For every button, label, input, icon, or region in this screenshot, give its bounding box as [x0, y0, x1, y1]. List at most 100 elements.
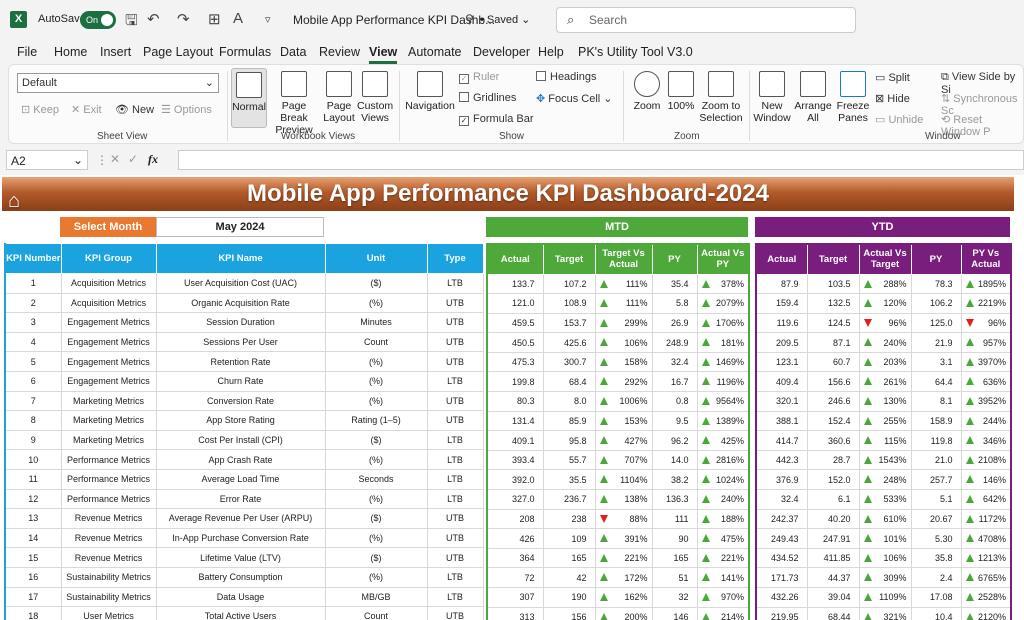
ytd-actual-cell[interactable]: 388.1 — [755, 410, 808, 432]
kpi-group-cell[interactable]: Performance Metrics — [60, 488, 157, 510]
ytd-py-cell[interactable]: 20.67 — [910, 508, 962, 530]
kpi-name-cell[interactable]: Data Usage — [155, 586, 326, 608]
name-box[interactable]: A2 ⌄ — [6, 150, 88, 170]
mtd-py-cell[interactable]: 165 — [651, 547, 698, 569]
ytd-actual-vs-target-cell[interactable]: 240% — [858, 332, 912, 353]
page-break-preview-button[interactable]: Page Break Preview — [267, 71, 321, 136]
type-cell[interactable]: LTB — [426, 449, 484, 470]
ytd-target-cell[interactable]: 152.0 — [806, 469, 860, 491]
insert-function-button[interactable]: fx — [148, 152, 158, 167]
kpi-group-cell[interactable]: Marketing Metrics — [60, 390, 157, 412]
ytd-actual-vs-target-cell[interactable]: 130% — [858, 391, 912, 412]
kpi-group-cell[interactable]: Revenue Metrics — [60, 508, 157, 529]
mtd-target-vs-actual-cell[interactable]: 138% — [594, 489, 653, 510]
mtd-actual-cell[interactable]: 131.4 — [486, 410, 544, 432]
mtd-actual-cell[interactable]: 409.1 — [486, 430, 544, 451]
ytd-target-cell[interactable]: 132.5 — [806, 293, 860, 314]
kpi-number-cell[interactable]: 11 — [4, 468, 62, 490]
ytd-py-vs-actual-cell[interactable]: 636% — [960, 371, 1012, 393]
mtd-actual-cell[interactable]: 459.5 — [486, 312, 544, 334]
mtd-py-cell[interactable]: 16.7 — [651, 371, 698, 393]
ytd-py-vs-actual-cell[interactable]: 6765% — [960, 567, 1012, 588]
mtd-target-vs-actual-cell[interactable]: 172% — [594, 567, 653, 588]
kpi-name-cell[interactable]: Sessions Per User — [155, 331, 326, 353]
type-cell[interactable]: UTB — [426, 312, 484, 333]
ytd-actual-cell[interactable]: 414.7 — [755, 430, 808, 451]
ytd-py-vs-actual-cell[interactable]: 3970% — [960, 351, 1012, 373]
formula-bar-checkbox[interactable]: ✓ Formula Bar — [459, 113, 534, 126]
ytd-py-cell[interactable]: 8.1 — [910, 391, 962, 412]
kpi-number-cell[interactable]: 3 — [4, 312, 62, 333]
mtd-actual-cell[interactable]: 307 — [486, 587, 544, 608]
ytd-actual-vs-target-cell[interactable]: 261% — [858, 371, 912, 393]
mtd-target-cell[interactable]: 107.2 — [542, 273, 596, 295]
ytd-py-cell[interactable]: 119.8 — [910, 430, 962, 451]
mtd-py-cell[interactable]: 248.9 — [651, 332, 698, 353]
ytd-py-vs-actual-cell[interactable]: 2528% — [960, 587, 1012, 608]
ytd-target-cell[interactable]: 152.4 — [806, 410, 860, 432]
mtd-actual-vs-py-cell[interactable]: 1389% — [696, 410, 750, 432]
kpi-group-cell[interactable]: Performance Metrics — [60, 449, 157, 470]
mtd-actual-vs-py-cell[interactable]: 378% — [696, 273, 750, 295]
mtd-target-vs-actual-cell[interactable]: 88% — [594, 508, 653, 530]
mtd-target-cell[interactable]: 42 — [542, 567, 596, 588]
ytd-actual-cell[interactable]: 123.1 — [755, 351, 808, 373]
ytd-target-cell[interactable]: 411.85 — [806, 547, 860, 569]
type-cell[interactable]: LTB — [426, 468, 484, 490]
kpi-group-cell[interactable]: Engagement Metrics — [60, 370, 157, 392]
menu-developer[interactable]: Developer — [473, 45, 530, 59]
page-layout-button[interactable]: Page Layout — [321, 71, 357, 124]
ytd-py-vs-actual-cell[interactable]: 96% — [960, 312, 1012, 334]
ytd-actual-cell[interactable]: 242.37 — [755, 508, 808, 530]
cancel-icon[interactable]: ✕ — [110, 152, 120, 166]
kpi-group-cell[interactable]: Acquisition Metrics — [60, 273, 157, 294]
mtd-actual-vs-py-cell[interactable]: 2816% — [696, 449, 750, 471]
home-icon[interactable]: ⌂ — [8, 184, 20, 218]
kpi-name-cell[interactable]: Retention Rate — [155, 351, 326, 372]
ytd-actual-vs-target-cell[interactable]: 288% — [858, 273, 912, 295]
kpi-group-cell[interactable]: Performance Metrics — [60, 468, 157, 490]
type-cell[interactable]: UTB — [426, 547, 484, 568]
unit-cell[interactable]: MB/GB — [324, 586, 428, 608]
ytd-actual-cell[interactable]: 249.43 — [755, 528, 808, 549]
arrange-all-button[interactable]: Arrange All — [793, 71, 833, 124]
mtd-actual-cell[interactable]: 364 — [486, 547, 544, 569]
options-button[interactable]: ☰ Options — [161, 103, 212, 116]
mtd-actual-vs-py-cell[interactable]: 1469% — [696, 351, 750, 373]
ytd-py-cell[interactable]: 10.4 — [910, 606, 962, 620]
type-cell[interactable]: UTB — [426, 331, 484, 353]
ytd-actual-vs-target-cell[interactable]: 203% — [858, 351, 912, 373]
kpi-name-cell[interactable]: Churn Rate — [155, 370, 326, 392]
kpi-name-cell[interactable]: App Store Rating — [155, 410, 326, 431]
type-cell[interactable]: LTB — [426, 586, 484, 608]
ytd-actual-vs-target-cell[interactable]: 1543% — [858, 449, 912, 471]
kpi-number-cell[interactable]: 12 — [4, 488, 62, 510]
unit-cell[interactable]: ($) — [324, 429, 428, 451]
mtd-py-cell[interactable]: 146 — [651, 606, 698, 620]
ytd-target-cell[interactable]: 247.91 — [806, 528, 860, 549]
type-cell[interactable]: UTB — [426, 410, 484, 431]
kpi-number-cell[interactable]: 2 — [4, 292, 62, 314]
mtd-actual-vs-py-cell[interactable]: 1024% — [696, 469, 750, 491]
unit-cell[interactable]: Rating (1–5) — [324, 410, 428, 431]
kpi-name-cell[interactable]: Error Rate — [155, 488, 326, 510]
menu-view[interactable]: View — [369, 45, 398, 64]
mtd-actual-vs-py-cell[interactable]: 181% — [696, 332, 750, 353]
enter-icon[interactable]: ✓ — [128, 152, 138, 166]
mtd-py-cell[interactable]: 26.9 — [651, 312, 698, 334]
ytd-target-cell[interactable]: 60.7 — [806, 351, 860, 373]
mtd-target-cell[interactable]: 156 — [542, 606, 596, 620]
kpi-group-cell[interactable]: User Metrics — [60, 606, 157, 620]
mtd-target-cell[interactable]: 153.7 — [542, 312, 596, 334]
ytd-py-vs-actual-cell[interactable]: 2219% — [960, 293, 1012, 314]
mtd-target-cell[interactable]: 425.6 — [542, 332, 596, 353]
kpi-number-cell[interactable]: 16 — [4, 566, 62, 588]
kpi-number-cell[interactable]: 14 — [4, 527, 62, 549]
mtd-actual-cell[interactable]: 199.8 — [486, 371, 544, 393]
kpi-group-cell[interactable]: Acquisition Metrics — [60, 292, 157, 314]
menu-page-layout[interactable]: Page Layout — [143, 45, 213, 59]
mtd-py-cell[interactable]: 111 — [651, 508, 698, 530]
ytd-actual-vs-target-cell[interactable]: 321% — [858, 606, 912, 620]
ytd-actual-vs-target-cell[interactable]: 255% — [858, 410, 912, 432]
menu-help[interactable]: Help — [538, 45, 564, 59]
